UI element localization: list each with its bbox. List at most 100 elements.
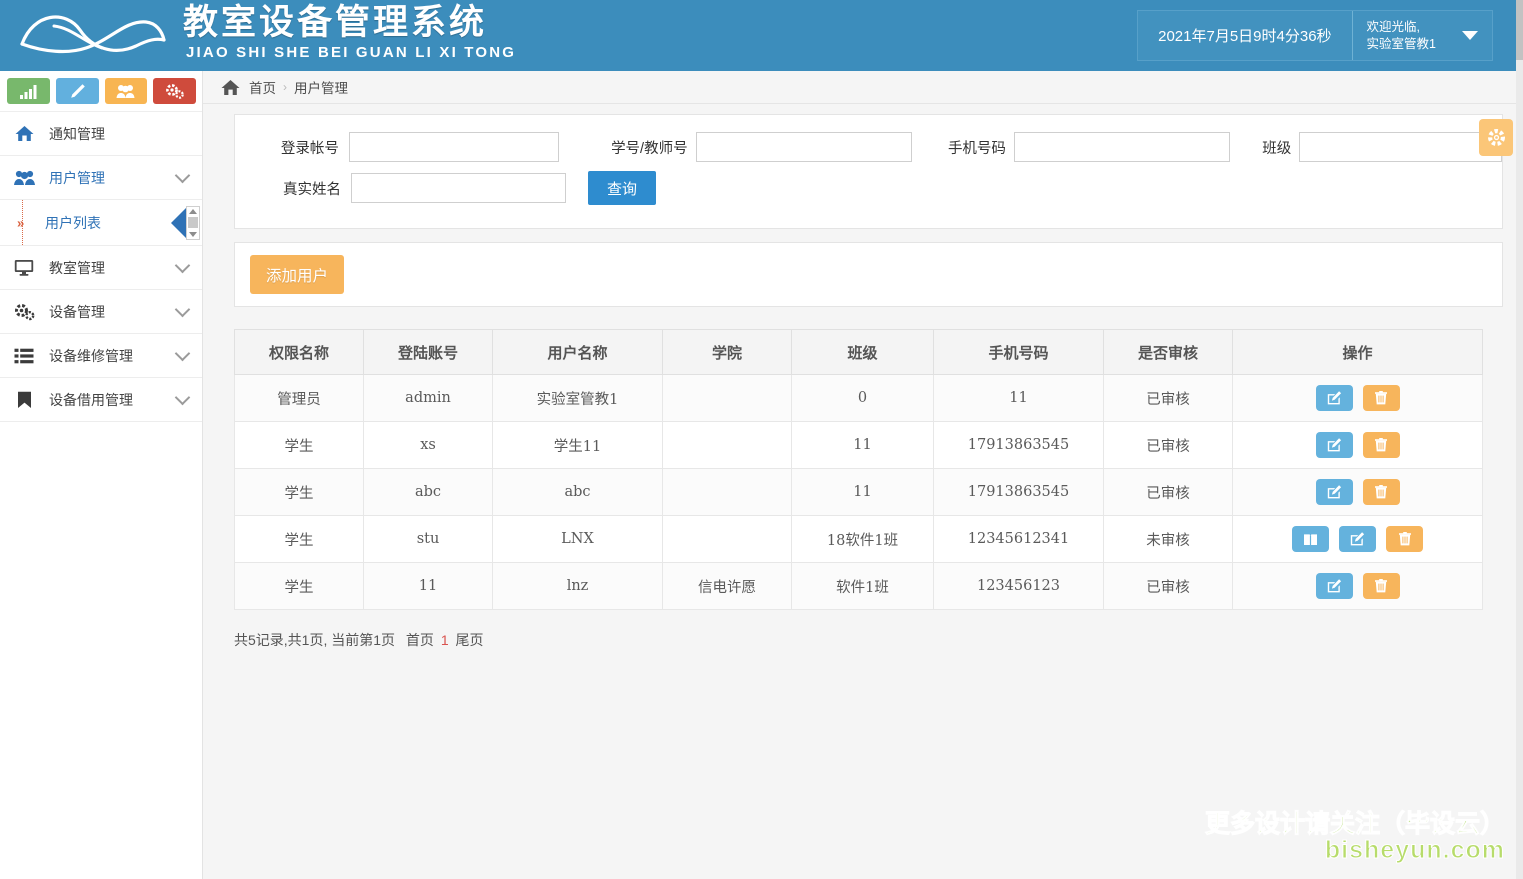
scroll-up-icon[interactable] xyxy=(189,208,197,214)
status-badge: 已审核 xyxy=(1103,421,1233,469)
cell-username: abc xyxy=(492,468,663,516)
delete-button[interactable] xyxy=(1362,385,1400,411)
main-content: 首页 › 用户管理 登录帐号 学号/教师号 手机号码 班级 真实姓名 查询 添加… xyxy=(203,71,1523,879)
cell-phone: 17913863545 xyxy=(933,468,1104,516)
cell-username: lnz xyxy=(492,562,663,610)
delete-button[interactable] xyxy=(1386,526,1423,552)
login-account-label: 登录帐号 xyxy=(280,140,339,157)
app-subtitle: JIAO SHI SHE BEI GUAN LI XI TONG xyxy=(186,44,517,61)
real-name-label: 真实姓名 xyxy=(283,181,341,198)
sidebar-item-user-management[interactable]: 用户管理 xyxy=(0,156,202,200)
edit-button[interactable] xyxy=(1315,479,1353,505)
sidebar-item-user-list[interactable]: » 用户列表 xyxy=(0,200,202,246)
delete-button[interactable] xyxy=(1362,573,1400,599)
pagination-first[interactable]: 首页 xyxy=(406,632,434,648)
edit-button[interactable] xyxy=(1315,573,1353,599)
edit-button[interactable] xyxy=(1315,432,1353,458)
table-row: 管理员 admin 实验室管教1 0 11 已审核 xyxy=(234,374,1483,422)
search-row-2: 真实姓名 查询 xyxy=(235,171,1502,205)
cell-role: 学生 xyxy=(234,421,364,469)
cell-phone: 12345612341 xyxy=(933,515,1104,563)
column-header-account: 登陆账号 xyxy=(363,329,493,375)
search-panel: 登录帐号 学号/教师号 手机号码 班级 真实姓名 查询 xyxy=(234,114,1513,229)
chevron-down-icon[interactable] xyxy=(1462,31,1478,40)
column-header-phone: 手机号码 xyxy=(933,329,1104,375)
pagination-current-page[interactable]: 1 xyxy=(441,632,449,648)
breadcrumb-current: 用户管理 xyxy=(294,81,348,96)
review-button[interactable] xyxy=(1292,526,1329,552)
users-icon[interactable] xyxy=(104,78,148,104)
breadcrumb-home[interactable]: 首页 xyxy=(249,77,276,97)
home-icon xyxy=(13,124,35,144)
chevron-down-icon[interactable] xyxy=(174,389,191,405)
watermark-line-1: 更多设计请关注（毕设云） xyxy=(1204,809,1505,838)
edit-button[interactable] xyxy=(1339,526,1376,552)
sidebar-scroll-widget[interactable] xyxy=(171,205,200,240)
cell-username: 学生11 xyxy=(492,421,663,469)
submenu-marker-icon: » xyxy=(17,215,25,230)
delete-button[interactable] xyxy=(1362,432,1400,458)
sidebar-item-classroom-management[interactable]: 教室管理 xyxy=(0,246,202,290)
login-account-input[interactable] xyxy=(348,132,559,162)
chevron-down-icon[interactable] xyxy=(174,167,191,183)
users-icon xyxy=(13,168,35,188)
pagination-last[interactable]: 尾页 xyxy=(456,632,484,648)
breadcrumb-separator: › xyxy=(283,80,287,94)
chevron-down-icon[interactable] xyxy=(174,257,191,273)
cell-account: admin xyxy=(363,374,493,422)
sidebar-item-maintenance-management[interactable]: 设备维修管理 xyxy=(0,334,202,378)
cell-class: 11 xyxy=(791,421,934,469)
page-scrollbar[interactable] xyxy=(1516,0,1523,879)
gear-icon[interactable] xyxy=(1479,119,1513,156)
cell-account: 11 xyxy=(363,562,493,610)
column-header-username: 用户名称 xyxy=(492,329,663,375)
class-label: 班级 xyxy=(1262,140,1292,157)
pagination-summary: 共5记录,共1页, 当前第1页 xyxy=(234,632,396,648)
table-body: 管理员 admin 实验室管教1 0 11 已审核 学生 xs 学生11 11 1791386354… xyxy=(234,374,1483,610)
table-header-row: 权限名称 登陆账号 用户名称 学院 班级 手机号码 是否审核 操作 xyxy=(234,329,1483,375)
phone-input[interactable] xyxy=(1013,132,1231,162)
user-menu[interactable]: 欢迎光临, 实验室管教1 xyxy=(1353,11,1492,60)
real-name-input[interactable] xyxy=(351,173,566,203)
pencil-icon[interactable] xyxy=(55,78,99,104)
gears-icon[interactable] xyxy=(153,78,196,104)
student-teacher-no-label: 学号/教师号 xyxy=(611,140,688,157)
sidebar-item-notifications[interactable]: 通知管理 xyxy=(0,112,202,156)
welcome-line-1: 欢迎光临, xyxy=(1366,19,1421,34)
query-button[interactable]: 查询 xyxy=(588,171,656,205)
sidebar-item-equipment-management[interactable]: 设备管理 xyxy=(0,290,202,334)
chevron-down-icon[interactable] xyxy=(174,301,191,317)
table-row: 学生 abc abc 11 17913863545 已审核 xyxy=(234,468,1483,516)
scrollbar[interactable] xyxy=(186,205,200,240)
scroll-thumb[interactable] xyxy=(188,217,198,228)
header-right-panel: 2021年7月5日9时4分36秒 欢迎光临, 实验室管教1 xyxy=(1137,10,1493,61)
table-row: 学生 11 lnz 信电许愿 软件1班 123456123 已审核 xyxy=(234,562,1483,610)
cell-role: 学生 xyxy=(234,515,364,563)
search-row-1: 登录帐号 学号/教师号 手机号码 班级 xyxy=(235,132,1503,162)
home-icon[interactable] xyxy=(221,79,240,96)
collapse-arrow-icon[interactable] xyxy=(171,207,186,238)
column-header-role: 权限名称 xyxy=(234,329,364,375)
sidebar-item-borrow-management[interactable]: 设备借用管理 xyxy=(0,378,202,422)
student-teacher-no-input[interactable] xyxy=(695,132,913,162)
cell-class: 0 xyxy=(791,374,934,422)
scroll-down-icon[interactable] xyxy=(189,231,197,237)
cell-class: 11 xyxy=(791,468,934,516)
edit-button[interactable] xyxy=(1315,385,1353,411)
add-user-button[interactable]: 添加用户 xyxy=(250,255,345,294)
cell-phone: 11 xyxy=(933,374,1104,422)
sidebar-item-label: 设备借用管理 xyxy=(49,391,133,408)
sidebar-item-label: 通知管理 xyxy=(49,125,105,142)
quick-access-toolbar xyxy=(0,71,202,112)
delete-button[interactable] xyxy=(1362,479,1400,505)
class-input[interactable] xyxy=(1299,132,1503,162)
chart-icon[interactable] xyxy=(7,78,50,104)
cell-college: 信电许愿 xyxy=(662,562,792,610)
cell-college xyxy=(662,515,792,563)
cell-phone: 17913863545 xyxy=(933,421,1104,469)
sidebar-subitem-label: 用户列表 xyxy=(45,214,101,231)
chevron-down-icon[interactable] xyxy=(174,345,191,361)
sidebar-item-label: 设备维修管理 xyxy=(49,347,133,364)
page-scrollbar-thumb[interactable] xyxy=(1516,0,1523,60)
cell-college xyxy=(662,374,792,422)
